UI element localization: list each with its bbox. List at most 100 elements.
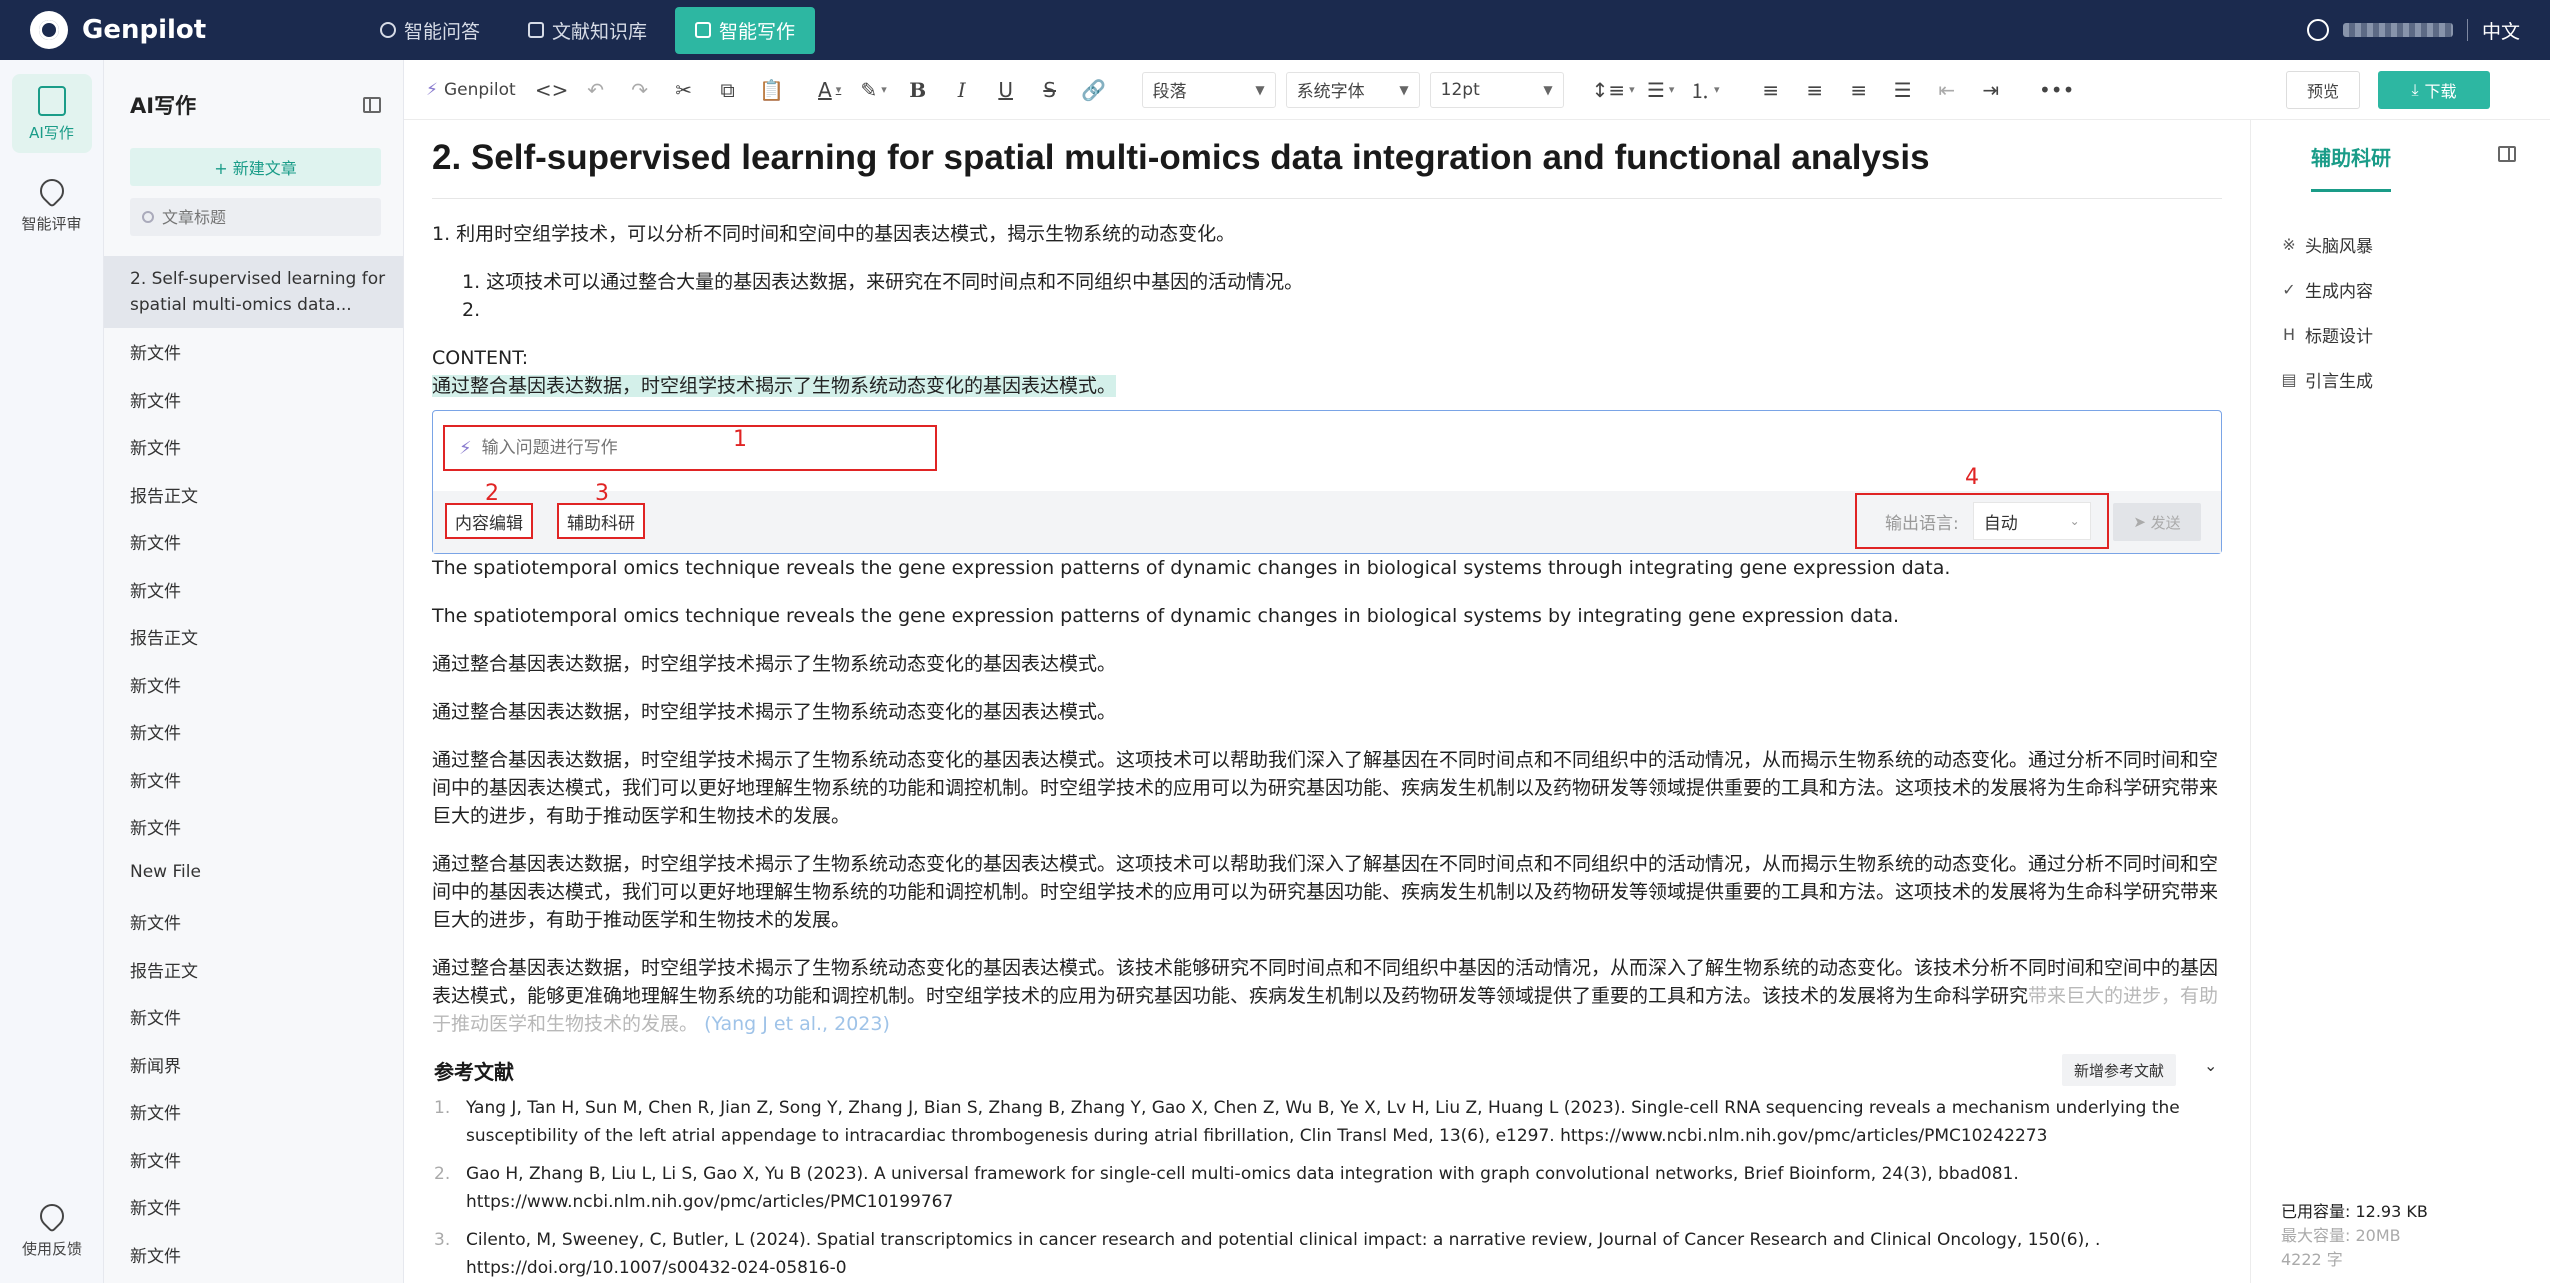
list-item[interactable]: 新文件 (104, 1088, 403, 1136)
collapse-panel-icon[interactable] (2498, 146, 2516, 162)
list-item[interactable]: 2. (462, 296, 2222, 324)
list-item[interactable]: 新文件 (104, 1136, 403, 1184)
paste-icon[interactable]: 📋 (754, 73, 790, 107)
tab-writing[interactable]: 智能写作 (675, 6, 816, 54)
paragraph[interactable]: 1. 利用时空组学技术，可以分析不同时间和空间中的基因表达模式，揭示生物系统的动… (432, 220, 2222, 248)
list-item[interactable]: 报告正文 (104, 613, 403, 661)
paragraph[interactable]: 通过整合基因表达数据，时空组学技术揭示了生物系统动态变化的基因表达模式。 (432, 372, 2222, 400)
align-center-icon[interactable]: ≡ (1797, 73, 1833, 107)
list-item[interactable]: 2. Self-supervised learning for spatial … (104, 256, 403, 328)
article-search[interactable] (130, 198, 381, 236)
font-size-select[interactable]: 12pt ▼ (1429, 71, 1564, 108)
list-item[interactable]: 新文件 (104, 803, 403, 851)
reference-number: 3. (434, 1230, 451, 1250)
article-search-input[interactable] (162, 207, 362, 227)
collapse-panel-icon[interactable] (363, 97, 381, 113)
list-item[interactable]: 新文件 (104, 1183, 403, 1231)
tab-qa[interactable]: 智能问答 (360, 7, 500, 54)
genpilot-button[interactable]: ⚡ Genpilot (426, 73, 516, 107)
list-item[interactable]: 新文件 (104, 376, 403, 424)
editor-area[interactable]: 2. Self-supervised learning for spatial … (404, 120, 2250, 1283)
strikethrough-icon[interactable]: S (1032, 73, 1068, 107)
redo-icon[interactable]: ↷ (622, 73, 658, 107)
list-item[interactable]: New File (104, 851, 403, 899)
list-item[interactable]: 新文件 (104, 1231, 403, 1279)
list-item[interactable]: 报告正文 (104, 471, 403, 519)
more-icon[interactable]: ••• (2039, 73, 2075, 107)
research-assist-button[interactable]: 辅助科研 (557, 503, 645, 539)
paragraph[interactable]: 通过整合基因表达数据，时空组学技术揭示了生物系统动态变化的基因表达模式。该技术能… (432, 954, 2222, 1034)
rail-review[interactable]: 智能评审 (12, 167, 92, 244)
add-reference-button[interactable]: 新增参考文献 (2062, 1054, 2177, 1086)
send-button[interactable]: ➤ 发送 (2113, 503, 2201, 541)
list-item[interactable]: 新文件 (104, 708, 403, 756)
code-icon[interactable]: <> (534, 73, 570, 107)
line-height-icon[interactable]: ↕≡ ▾ (1592, 73, 1635, 107)
chevron-down-icon[interactable]: ⌄ (2204, 1056, 2217, 1075)
rail-feedback[interactable]: 使用反馈 (12, 1192, 92, 1269)
font-select[interactable]: 系统字体 ▼ (1285, 71, 1420, 108)
download-button[interactable]: ⤓ 下载 (2378, 71, 2490, 109)
intro-generation-item[interactable]: ▤ 引言生成 (2281, 357, 2373, 402)
preview-button[interactable]: 预览 (2286, 71, 2360, 109)
content-label[interactable]: CONTENT: (432, 344, 2222, 372)
new-article-button[interactable]: + 新建文章 (130, 148, 381, 186)
paragraph[interactable]: The spatiotemporal omics technique revea… (432, 602, 2222, 630)
underline-icon[interactable]: U (988, 73, 1024, 107)
outdent-icon[interactable]: ⇤ (1929, 73, 1965, 107)
language-switch[interactable]: 中文 (2482, 17, 2520, 44)
list-item[interactable]: 新文件 (104, 898, 403, 946)
paragraph[interactable]: 通过整合基因表达数据，时空组学技术揭示了生物系统动态变化的基因表达模式。这项技术… (432, 746, 2222, 830)
generate-content-item[interactable]: ✓ 生成内容 (2281, 267, 2373, 312)
paragraph[interactable]: 通过整合基因表达数据，时空组学技术揭示了生物系统动态变化的基因表达模式。这项技术… (432, 850, 2222, 934)
list-item[interactable]: 1. 这项技术可以通过整合大量的基因表达数据，来研究在不同时间点和不同组织中基因… (462, 268, 2222, 296)
tab-library[interactable]: 文献知识库 (508, 7, 667, 54)
citation-link[interactable]: (Yang J et al., 2023) (704, 1013, 890, 1034)
font-color-icon[interactable]: A ▾ (812, 73, 848, 107)
list-item[interactable]: 新文件 (104, 566, 403, 614)
list-item[interactable]: 报告正文 (104, 946, 403, 994)
align-left-icon[interactable]: ≡ (1753, 73, 1789, 107)
bullet-list-icon[interactable]: ☰ ▾ (1643, 73, 1679, 107)
numbered-list-icon[interactable]: ⒈ ▾ (1687, 73, 1723, 107)
list-item[interactable]: 新文件 (104, 993, 403, 1041)
reference-item[interactable]: 2. Gao H, Zhang B, Liu L, Li S, Gao X, Yu… (434, 1160, 2224, 1216)
reference-item[interactable]: 3. Cilento, M, Sweeney, C, Butler, L (202… (434, 1226, 2224, 1282)
username-blurred[interactable] (2342, 23, 2453, 37)
rail-ai-writing[interactable]: AI写作 (11, 74, 92, 153)
copy-icon[interactable]: ⧉ (710, 73, 746, 107)
italic-icon[interactable]: I (944, 73, 980, 107)
tab-label: 文献知识库 (552, 20, 648, 43)
list-item[interactable]: 新文件 (104, 518, 403, 566)
cut-icon[interactable]: ✂ (666, 73, 702, 107)
list-item[interactable]: 新文件 (104, 423, 403, 471)
paragraph[interactable]: 通过整合基因表达数据，时空组学技术揭示了生物系统动态变化的基因表达模式。 (432, 698, 2222, 726)
highlight-color-icon[interactable]: ✎ ▾ (856, 73, 892, 107)
paragraph-select[interactable]: 段落 ▼ (1141, 71, 1276, 108)
align-justify-icon[interactable]: ☰ (1885, 73, 1921, 107)
tab-research-assist[interactable]: 辅助科研 (2311, 142, 2391, 192)
ai-prompt-input[interactable] (481, 438, 922, 458)
page-title[interactable]: 2. Self-supervised learning for spatial … (432, 138, 1930, 178)
brand[interactable]: Genpilot (30, 11, 330, 49)
list-item[interactable]: 新文件 (104, 661, 403, 709)
user-icon[interactable] (2306, 19, 2329, 41)
ai-prompt-field[interactable]: ⚡ (443, 425, 937, 471)
output-language-select[interactable]: 自动 ⌄ (1972, 502, 2091, 540)
align-right-icon[interactable]: ≡ (1841, 73, 1877, 107)
paragraph[interactable]: 通过整合基因表达数据，时空组学技术揭示了生物系统动态变化的基因表达模式。 (432, 650, 2222, 678)
references-title: 参考文献 (434, 1060, 514, 1084)
title-design-item[interactable]: H 标题设计 (2281, 312, 2373, 357)
undo-icon[interactable]: ↶ (578, 73, 614, 107)
list-item[interactable]: 新文件 (104, 756, 403, 804)
bold-icon[interactable]: B (900, 73, 936, 107)
indent-icon[interactable]: ⇥ (1973, 73, 2009, 107)
list-item[interactable]: 新文件 (104, 328, 403, 376)
link-icon[interactable]: 🔗 (1076, 73, 1112, 107)
content-edit-button[interactable]: 内容编辑 (445, 503, 533, 539)
highlighted-text[interactable]: 通过整合基因表达数据，时空组学技术揭示了生物系统动态变化的基因表达模式。 (432, 375, 1117, 397)
brainstorm-item[interactable]: ※ 头脑风暴 (2281, 222, 2373, 267)
list-item[interactable]: 新闻界 (104, 1041, 403, 1089)
paragraph[interactable]: The spatiotemporal omics technique revea… (432, 554, 2222, 582)
reference-item[interactable]: 1. Yang J, Tan H, Sun M, Chen R, Jian Z, … (434, 1094, 2224, 1150)
